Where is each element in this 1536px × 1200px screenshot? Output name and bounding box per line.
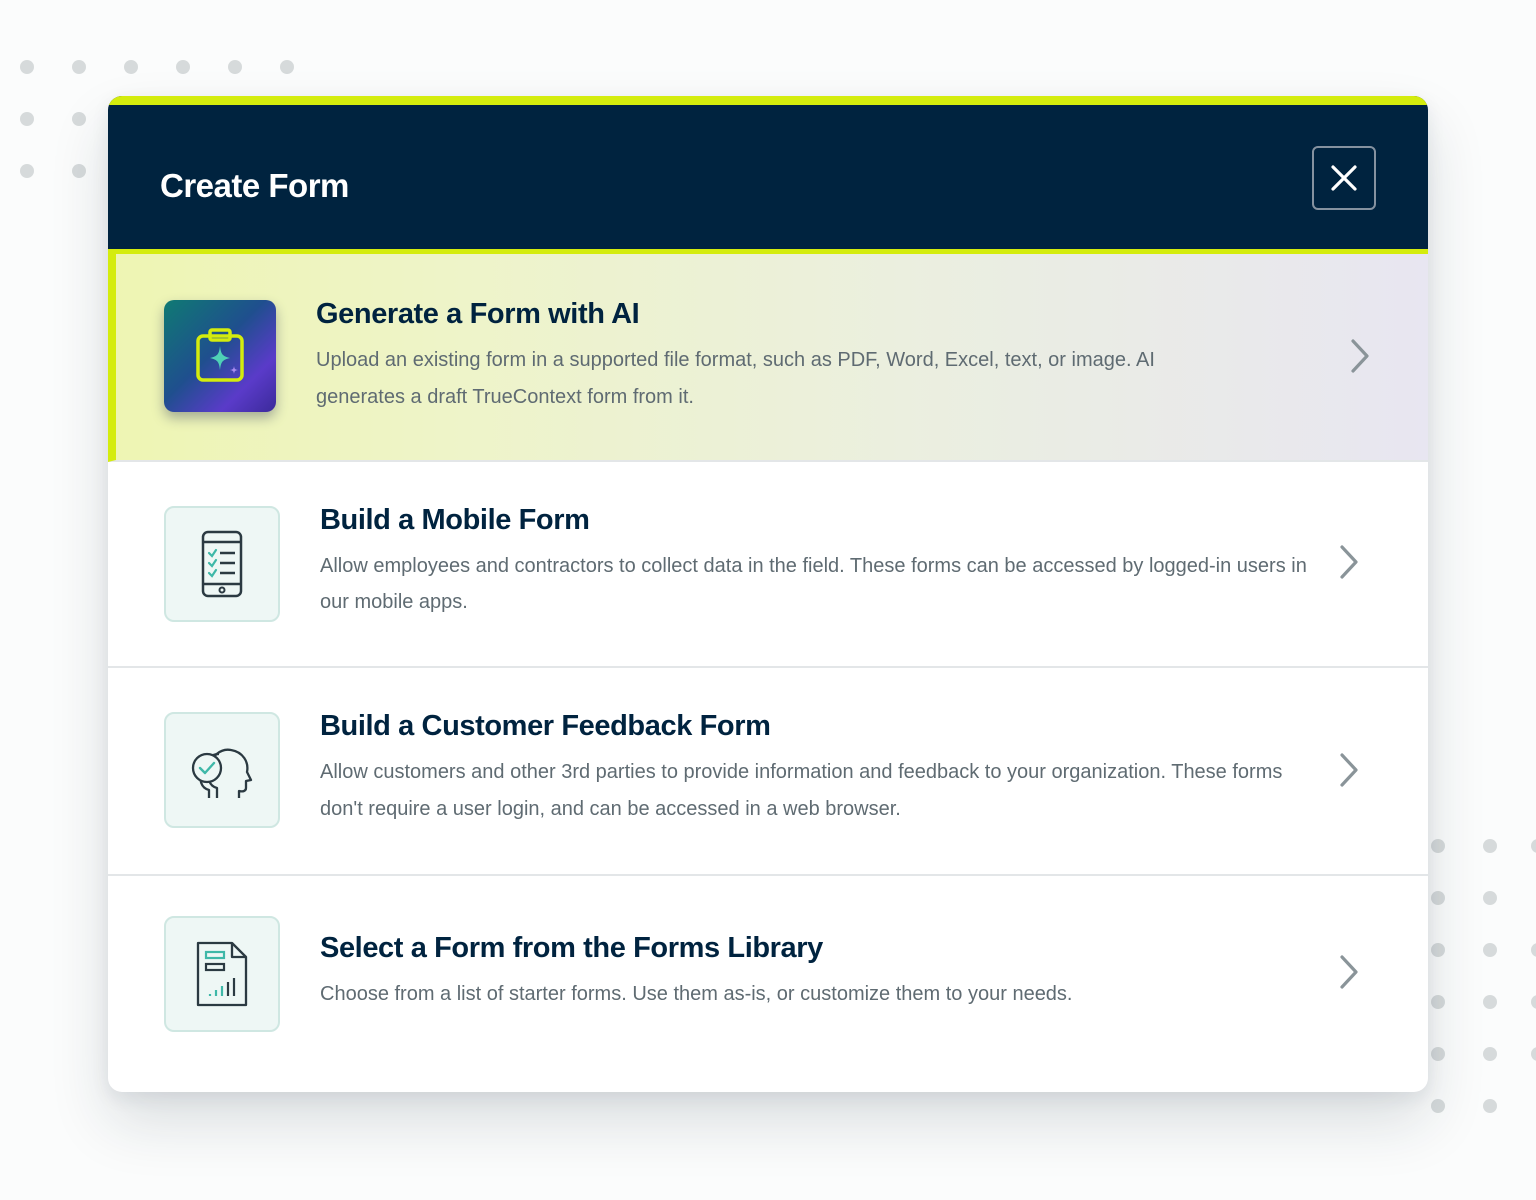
dialog-title: Create Form bbox=[160, 167, 349, 204]
option-title: Build a Customer Feedback Form bbox=[320, 710, 771, 742]
option-build-customer-feedback-form[interactable]: Build a Customer Feedback Form Allow cus… bbox=[108, 668, 1428, 876]
dialog-header: Create Form bbox=[108, 96, 1428, 254]
chevron-right-icon bbox=[1334, 750, 1364, 790]
option-select-from-forms-library[interactable]: Select a Form from the Forms Library Cho… bbox=[108, 876, 1428, 1092]
customer-feedback-icon bbox=[164, 712, 280, 828]
ai-clipboard-sparkle-icon bbox=[164, 300, 276, 412]
close-button[interactable] bbox=[1312, 146, 1376, 210]
create-form-dialog: Create Form Generate a Form with AI Uplo… bbox=[108, 96, 1428, 1092]
option-title: Select a Form from the Forms Library bbox=[320, 932, 823, 964]
option-title: Generate a Form with AI bbox=[316, 298, 640, 330]
option-generate-with-ai[interactable]: Generate a Form with AI Upload an existi… bbox=[108, 254, 1428, 462]
option-description: Allow customers and other 3rd parties to… bbox=[320, 761, 1283, 820]
close-icon bbox=[1331, 165, 1357, 191]
option-build-mobile-form[interactable]: Build a Mobile Form Allow employees and … bbox=[108, 462, 1428, 668]
chevron-right-icon bbox=[1345, 336, 1375, 376]
mobile-checklist-icon bbox=[164, 506, 280, 622]
option-description: Allow employees and contractors to colle… bbox=[320, 555, 1307, 613]
chevron-right-icon bbox=[1334, 952, 1364, 992]
option-title: Build a Mobile Form bbox=[320, 504, 590, 536]
option-description: Upload an existing form in a supported f… bbox=[316, 349, 1155, 408]
chevron-right-icon bbox=[1334, 542, 1364, 582]
forms-library-icon bbox=[164, 916, 280, 1032]
option-description: Choose from a list of starter forms. Use… bbox=[320, 983, 1073, 1005]
